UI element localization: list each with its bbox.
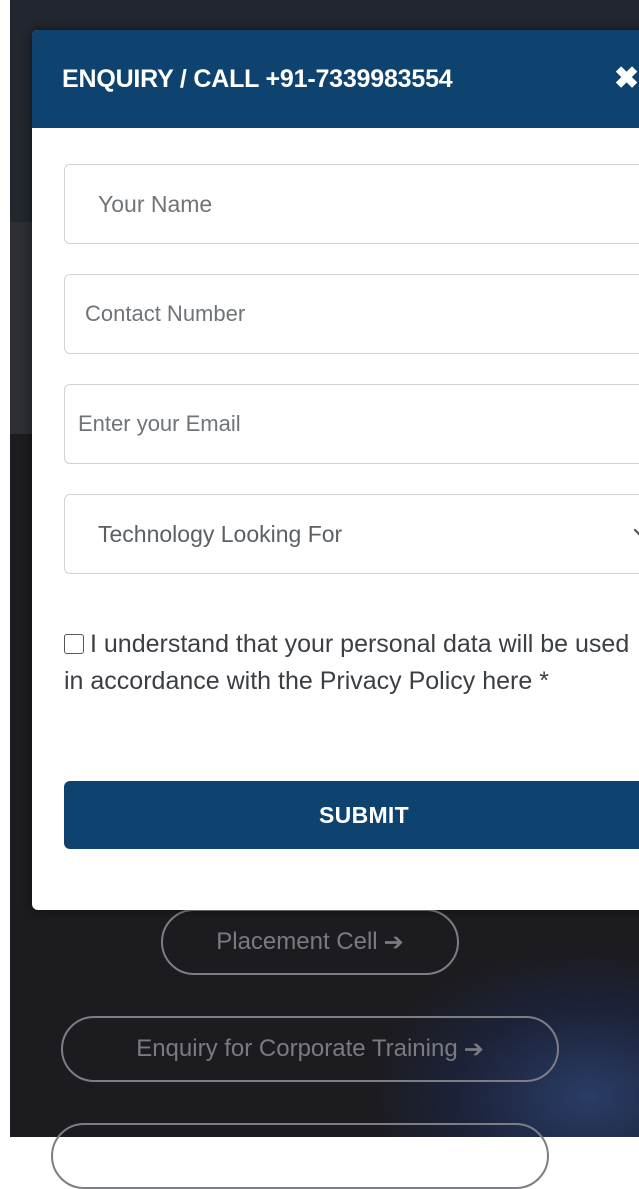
arrow-right-icon: ➔: [383, 928, 404, 956]
consent-row: I understand that your personal data wil…: [64, 626, 639, 700]
email-input[interactable]: [64, 384, 639, 464]
corporate-training-label: Enquiry for Corporate Training: [136, 1035, 458, 1062]
technology-select[interactable]: Technology Looking For: [64, 494, 639, 574]
name-input[interactable]: [64, 164, 639, 244]
chevron-down-icon: [633, 528, 639, 536]
technology-select-value: Technology Looking For: [98, 520, 343, 547]
corporate-training-link[interactable]: Enquiry for Corporate Training ➔: [61, 1016, 559, 1082]
consent-text: I understand that your personal data wil…: [64, 630, 630, 695]
submit-button[interactable]: SUBMIT: [64, 781, 639, 849]
placement-cell-label: Placement Cell: [216, 928, 378, 955]
background-link[interactable]: [51, 1123, 549, 1189]
contact-number-input[interactable]: [64, 274, 639, 354]
modal-header: ENQUIRY / CALL +91-7339983554 ✖: [32, 30, 639, 128]
placement-cell-link[interactable]: Placement Cell ➔: [161, 909, 459, 975]
arrow-right-icon: ➔: [463, 1035, 484, 1063]
enquiry-modal: ENQUIRY / CALL +91-7339983554 ✖ Technolo…: [32, 30, 639, 910]
consent-checkbox[interactable]: [64, 634, 84, 654]
page-margin: [0, 0, 10, 1137]
modal-title: ENQUIRY / CALL +91-7339983554: [62, 64, 453, 93]
close-icon[interactable]: ✖: [614, 61, 639, 97]
